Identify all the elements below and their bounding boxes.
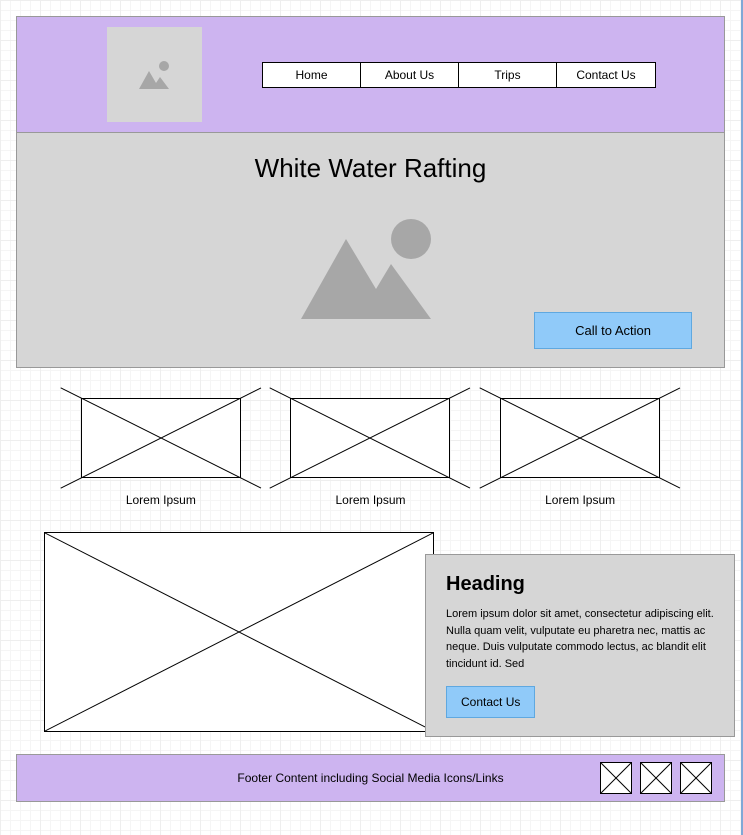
footer: Footer Content including Social Media Ic…: [16, 754, 725, 802]
header: Home About Us Trips Contact Us: [16, 16, 725, 133]
overlay-text: Lorem ipsum dolor sit amet, consectetur …: [446, 606, 714, 672]
hero-title: White Water Rafting: [17, 153, 724, 184]
footer-icons: [600, 762, 712, 794]
card-image-placeholder: [500, 398, 660, 478]
card-image-placeholder: [290, 398, 450, 478]
bottom-section: Heading Lorem ipsum dolor sit amet, cons…: [44, 532, 725, 732]
card-3: Lorem Ipsum: [500, 398, 660, 507]
overlay-heading: Heading: [446, 573, 714, 596]
contact-us-button[interactable]: Contact Us: [446, 686, 535, 718]
card-label: Lorem Ipsum: [500, 493, 660, 507]
card-label: Lorem Ipsum: [290, 493, 450, 507]
card-2: Lorem Ipsum: [290, 398, 450, 507]
social-icon[interactable]: [680, 762, 712, 794]
image-icon: [135, 55, 175, 95]
nav-about-us[interactable]: About Us: [361, 63, 459, 87]
footer-text: Footer Content including Social Media Ic…: [237, 771, 503, 785]
social-icon[interactable]: [600, 762, 632, 794]
social-icon[interactable]: [640, 762, 672, 794]
cta-button[interactable]: Call to Action: [534, 312, 692, 349]
card-image-placeholder: [81, 398, 241, 478]
overlay-box: Heading Lorem ipsum dolor sit amet, cons…: [425, 554, 735, 737]
nav-contact-us[interactable]: Contact Us: [557, 63, 655, 87]
nav-trips[interactable]: Trips: [459, 63, 557, 87]
card-label: Lorem Ipsum: [81, 493, 241, 507]
large-image-placeholder: [44, 532, 434, 732]
cards-row: Lorem Ipsum Lorem Ipsum Lorem Ipsum: [16, 398, 725, 507]
hero-section: White Water Rafting Call to Action: [16, 133, 725, 368]
nav-home[interactable]: Home: [263, 63, 361, 87]
main-nav: Home About Us Trips Contact Us: [262, 62, 656, 88]
card-1: Lorem Ipsum: [81, 398, 241, 507]
logo-placeholder: [107, 27, 202, 122]
image-icon: [291, 209, 451, 339]
